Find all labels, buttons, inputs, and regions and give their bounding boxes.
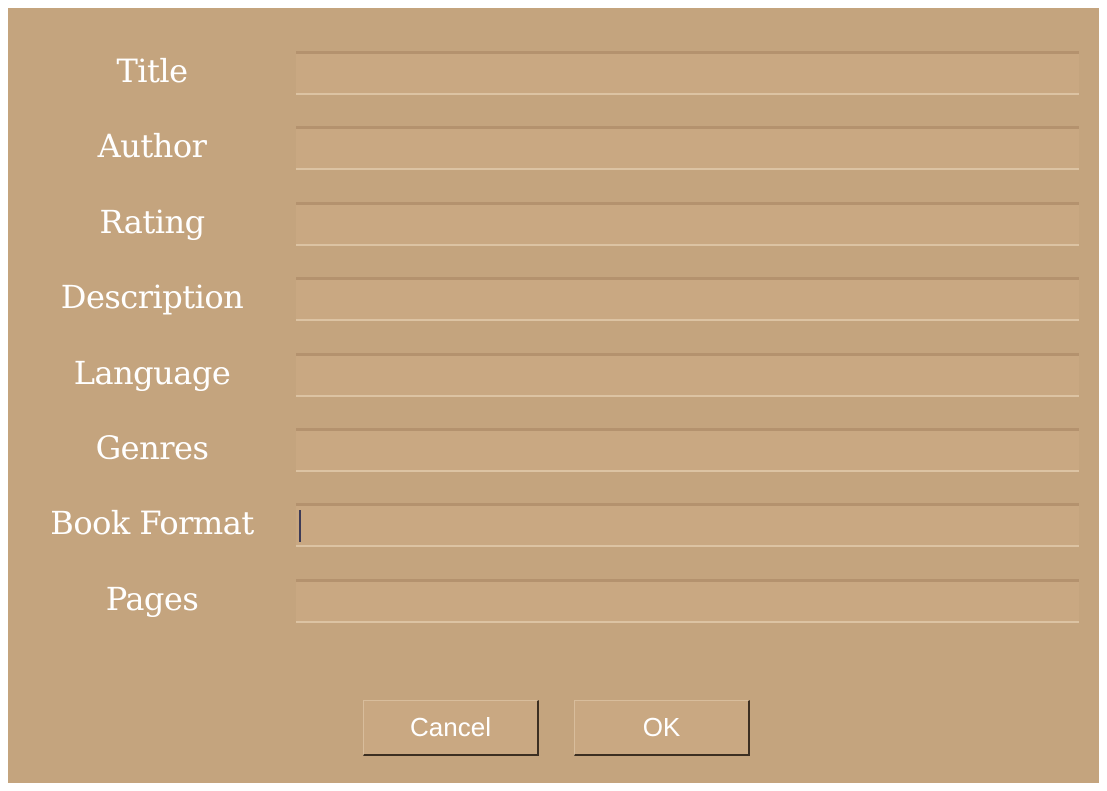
- author-input[interactable]: [296, 126, 1079, 170]
- description-row: Description: [8, 277, 1099, 321]
- book-format-row: Book Format: [8, 503, 1099, 547]
- language-row: Language: [8, 353, 1099, 397]
- book-format-field-wrapper: [296, 503, 1079, 547]
- title-label: Title: [116, 52, 188, 90]
- rating-input[interactable]: [296, 202, 1079, 246]
- text-cursor: [299, 510, 301, 542]
- author-row: Author: [8, 126, 1099, 170]
- cancel-button[interactable]: Cancel: [363, 700, 539, 756]
- rating-row: Rating: [8, 202, 1099, 246]
- description-label: Description: [60, 278, 244, 316]
- description-input[interactable]: [296, 277, 1079, 321]
- genres-label: Genres: [95, 429, 209, 467]
- pages-label: Pages: [105, 580, 199, 618]
- pages-input[interactable]: [296, 579, 1079, 623]
- rating-label: Rating: [99, 203, 205, 241]
- book-entry-dialog: Title Author Rating Description Language…: [8, 8, 1099, 783]
- pages-row: Pages: [8, 579, 1099, 623]
- ok-button[interactable]: OK: [574, 700, 750, 756]
- language-input[interactable]: [296, 353, 1079, 397]
- title-row: Title: [8, 51, 1099, 95]
- book-format-input[interactable]: [296, 503, 1079, 547]
- genres-row: Genres: [8, 428, 1099, 472]
- author-label: Author: [97, 127, 207, 165]
- book-format-label: Book Format: [50, 504, 254, 542]
- language-label: Language: [73, 354, 231, 392]
- title-input[interactable]: [296, 51, 1079, 95]
- genres-input[interactable]: [296, 428, 1079, 472]
